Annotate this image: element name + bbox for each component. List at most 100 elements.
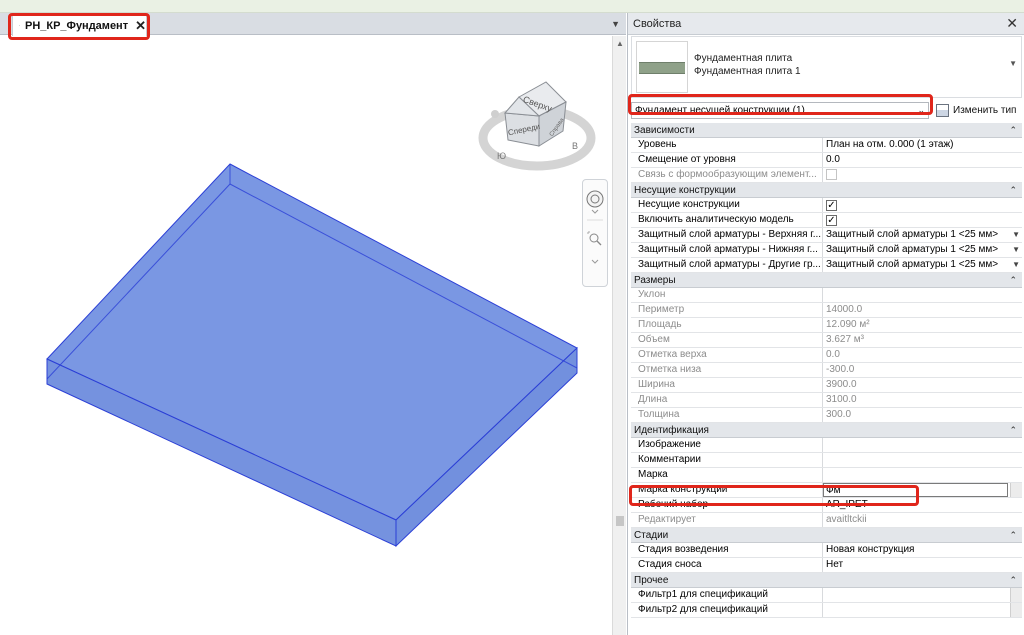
chevron-down-icon[interactable] xyxy=(591,259,599,264)
section-constraints[interactable]: Зависимости ⌃ xyxy=(631,123,1022,138)
navigation-bar[interactable] xyxy=(582,179,608,287)
section-phasing[interactable]: Стадии ⌃ xyxy=(631,528,1022,543)
field-scrollbar[interactable] xyxy=(1010,483,1022,497)
section-structural[interactable]: Несущие конструкции ⌃ xyxy=(631,183,1022,198)
collapse-icon[interactable]: ⌃ xyxy=(1009,530,1017,541)
property-value[interactable] xyxy=(823,588,1022,602)
property-value: 14000.0 xyxy=(826,304,863,315)
property-row: Длина 3100.0 xyxy=(631,393,1022,408)
property-name: Стадия возведения xyxy=(631,543,823,557)
property-row[interactable]: Марка конструкции Фм xyxy=(631,483,1022,498)
scrollbar-thumb[interactable] xyxy=(616,516,624,526)
steering-wheel-icon[interactable] xyxy=(586,190,604,214)
property-value[interactable]: ✓ xyxy=(823,198,1022,212)
property-value[interactable] xyxy=(823,438,1022,452)
property-value[interactable]: AR_IPET xyxy=(823,498,1022,512)
property-value[interactable]: Защитный слой арматуры 1 <25 мм> ▼ xyxy=(823,243,1022,257)
property-row[interactable]: Изображение xyxy=(631,438,1022,453)
property-value: 12.090 м² xyxy=(826,319,870,330)
property-name: Отметка низа xyxy=(631,363,823,377)
property-row[interactable]: Смещение от уровня 0.0 xyxy=(631,153,1022,168)
instance-filter-select[interactable]: Фундамент несущей конструкции (1) ⌄ xyxy=(631,102,929,119)
property-value xyxy=(823,168,1022,182)
property-value[interactable]: Нет xyxy=(823,558,1022,572)
collapse-icon[interactable]: ⌃ xyxy=(1009,425,1017,436)
chevron-down-icon[interactable]: ▼ xyxy=(1012,243,1020,257)
property-name: Связь с формообразующим элемент... xyxy=(631,168,823,182)
collapse-icon[interactable]: ⌃ xyxy=(1009,185,1017,196)
chevron-down-icon[interactable]: ▼ xyxy=(1012,258,1020,272)
property-value xyxy=(823,288,1022,302)
slab-top-face[interactable] xyxy=(46,163,578,521)
property-name: Марка xyxy=(631,468,823,482)
property-value-text: Защитный слой арматуры 1 <25 мм> xyxy=(826,244,999,255)
type-family-name: Фундаментная плита xyxy=(694,53,793,64)
property-value[interactable] xyxy=(823,468,1022,482)
property-value[interactable]: План на отм. 0.000 (1 этаж) xyxy=(823,138,1022,152)
properties-panel: Свойства ✕ Фундаментная плита Фундаментн… xyxy=(627,13,1024,635)
section-identity[interactable]: Идентификация ⌃ xyxy=(631,423,1022,438)
model-canvas[interactable]: Сверху Спереди Справа Ю В xyxy=(0,36,610,635)
property-row[interactable]: Комментарии xyxy=(631,453,1022,468)
property-value: 0.0 xyxy=(826,349,840,360)
field-scrollbar[interactable] xyxy=(1010,603,1022,617)
edit-type-button[interactable]: Изменить тип xyxy=(936,101,1016,120)
checkbox[interactable]: ✓ xyxy=(826,200,837,211)
type-name: Фундаментная плита 1 xyxy=(694,66,801,77)
property-row[interactable]: Защитный слой арматуры - Другие гр... Защ… xyxy=(631,258,1022,273)
section-dimensions[interactable]: Размеры ⌃ xyxy=(631,273,1022,288)
viewcube[interactable]: Сверху Спереди Справа Ю В xyxy=(478,81,596,171)
scroll-up-icon[interactable]: ▲ xyxy=(616,39,624,48)
field-scrollbar[interactable] xyxy=(1010,588,1022,602)
property-row[interactable]: Марка xyxy=(631,468,1022,483)
property-name: Защитный слой арматуры - Другие гр... xyxy=(631,258,823,272)
property-value[interactable]: Новая конструкция xyxy=(823,543,1022,557)
collapse-icon[interactable]: ⌃ xyxy=(1009,575,1017,586)
property-row[interactable]: Включить аналитическую модель ✓ xyxy=(631,213,1022,228)
property-name: Толщина xyxy=(631,408,823,422)
property-name: Рабочий набор xyxy=(631,498,823,512)
property-value[interactable]: 0.0 xyxy=(823,153,1022,167)
section-title: Размеры xyxy=(634,274,676,286)
home-icon[interactable] xyxy=(491,110,499,118)
property-value[interactable]: Защитный слой арматуры 1 <25 мм> ▼ xyxy=(823,258,1022,272)
property-row[interactable]: Защитный слой арматуры - Верхняя г... Защ… xyxy=(631,228,1022,243)
property-row[interactable]: Фильтр1 для спецификаций xyxy=(631,588,1022,603)
property-value: -300.0 xyxy=(826,364,855,375)
property-row[interactable]: Стадия сноса Нет xyxy=(631,558,1022,573)
property-row[interactable]: Стадия возведения Новая конструкция xyxy=(631,543,1022,558)
close-icon[interactable]: ✕ xyxy=(1006,15,1018,32)
property-value[interactable]: Защитный слой арматуры 1 <25 мм> ▼ xyxy=(823,228,1022,242)
property-row[interactable]: Фильтр2 для спецификаций xyxy=(631,603,1022,618)
collapse-icon[interactable]: ⌃ xyxy=(1009,275,1017,286)
property-row[interactable]: Несущие конструкции ✓ xyxy=(631,198,1022,213)
property-name: Площадь xyxy=(631,318,823,332)
property-value[interactable] xyxy=(823,453,1022,467)
property-row[interactable]: Рабочий набор AR_IPET xyxy=(631,498,1022,513)
property-row[interactable]: Защитный слой арматуры - Нижняя г... Защи… xyxy=(631,243,1022,258)
chevron-down-icon[interactable]: ▼ xyxy=(1009,59,1017,68)
property-name: Стадия сноса xyxy=(631,558,823,572)
view-scrollbar[interactable]: ▲ xyxy=(612,36,626,635)
property-name: Защитный слой арматуры - Верхняя г... xyxy=(631,228,823,242)
checkbox[interactable]: ✓ xyxy=(826,215,837,226)
3d-view[interactable]: РН_КР_Фундамент ✕ ▼ Сверху Спереди Справ… xyxy=(0,13,626,635)
property-value: 3900.0 xyxy=(826,379,857,390)
view-tab[interactable]: РН_КР_Фундамент ✕ xyxy=(12,14,147,36)
property-row[interactable]: Уровень План на отм. 0.000 (1 этаж) xyxy=(631,138,1022,153)
close-icon[interactable]: ✕ xyxy=(135,19,146,32)
zoom-region-icon[interactable] xyxy=(587,231,602,246)
chevron-down-icon[interactable]: ▼ xyxy=(1012,228,1020,242)
property-value[interactable]: Фм xyxy=(823,483,1022,497)
compass-w-label: Ю xyxy=(497,151,506,161)
property-name: Фильтр2 для спецификаций xyxy=(631,603,823,617)
chevron-down-icon[interactable]: ⌄ xyxy=(917,103,925,118)
tab-list-dropdown-icon[interactable]: ▼ xyxy=(611,19,620,29)
property-row: Отметка низа -300.0 xyxy=(631,363,1022,378)
section-other[interactable]: Прочее ⌃ xyxy=(631,573,1022,588)
structural-mark-input[interactable]: Фм xyxy=(823,483,1008,497)
property-value[interactable] xyxy=(823,603,1022,617)
collapse-icon[interactable]: ⌃ xyxy=(1009,125,1017,136)
property-value[interactable]: ✓ xyxy=(823,213,1022,227)
type-selector[interactable]: Фундаментная плита Фундаментная плита 1 … xyxy=(631,36,1022,98)
